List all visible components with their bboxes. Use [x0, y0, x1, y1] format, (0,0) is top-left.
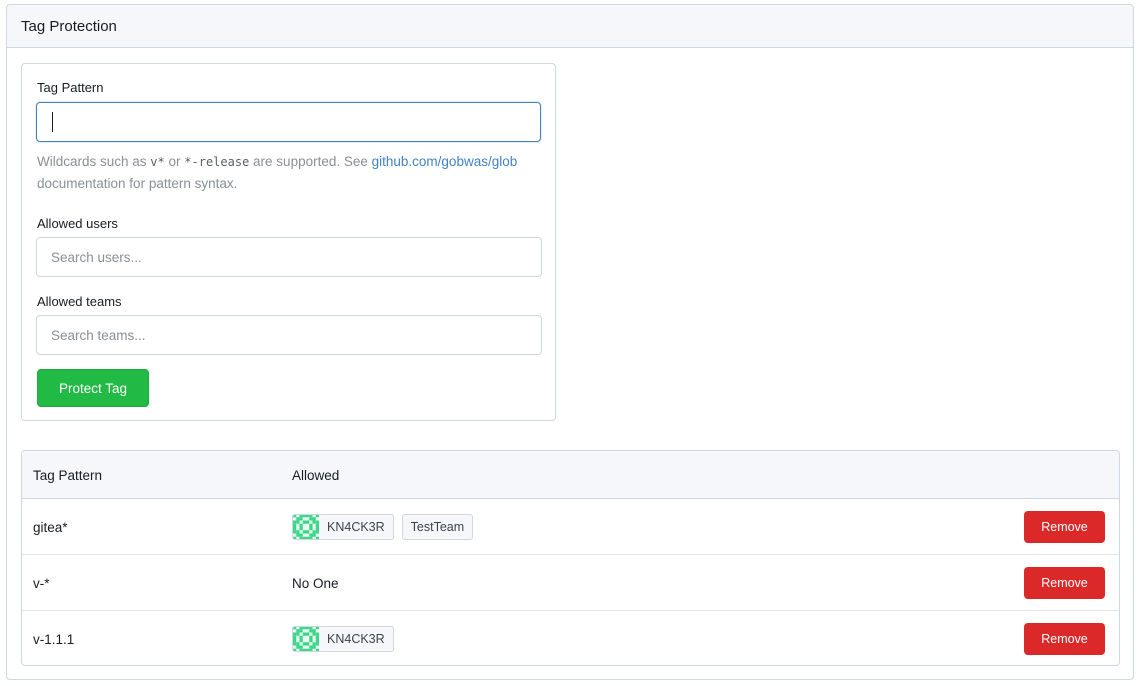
allowed-users-search[interactable]: Search users... — [36, 237, 542, 277]
allowed-cell: KN4CK3R — [292, 611, 402, 665]
remove-button[interactable]: Remove — [1024, 623, 1105, 655]
text-caret — [52, 112, 53, 132]
user-label[interactable]: KN4CK3R — [292, 514, 394, 540]
tag-pattern-input[interactable] — [36, 102, 541, 142]
table-row: v-* No One Remove — [22, 555, 1119, 611]
glob-docs-link[interactable]: github.com/gobwas/glob — [372, 154, 518, 169]
protect-tag-button[interactable]: Protect Tag — [37, 369, 149, 407]
tag-pattern-cell: v-1.1.1 — [33, 631, 75, 647]
tag-pattern-cell: v-* — [33, 575, 50, 591]
column-header-allowed: Allowed — [292, 467, 340, 483]
allowed-none-text: No One — [292, 575, 339, 591]
allowed-cell: KN4CK3R TestTeam — [292, 499, 481, 555]
tag-protection-form: Tag Pattern Wildcards such as v* or *-re… — [21, 63, 556, 421]
table-header: Tag Pattern Allowed — [22, 451, 1119, 499]
tag-pattern-cell: gitea* — [33, 519, 68, 535]
allowed-teams-search[interactable]: Search teams... — [36, 315, 542, 355]
tag-protection-segment: Tag Protection Tag Pattern Wildcards suc… — [6, 4, 1134, 680]
allowed-users-placeholder: Search users... — [51, 249, 142, 265]
column-header-tag-pattern: Tag Pattern — [33, 467, 103, 483]
allowed-users-label: Allowed users — [37, 216, 118, 231]
remove-button[interactable]: Remove — [1024, 511, 1105, 543]
help-code-example: *-release — [184, 155, 250, 169]
help-code-example: v* — [150, 155, 165, 169]
table-row: gitea* KN4CK3R TestTeam Remove — [22, 499, 1119, 555]
remove-button[interactable]: Remove — [1024, 567, 1105, 599]
pattern-help-text: Wildcards such as v* or *-release are su… — [37, 154, 518, 191]
user-avatar-icon — [293, 515, 319, 539]
allowed-teams-placeholder: Search teams... — [51, 327, 146, 343]
section-header: Tag Protection — [7, 5, 1133, 48]
protected-tags-table: Tag Pattern Allowed gitea* KN4CK3R TestT… — [21, 450, 1120, 666]
user-avatar-icon — [293, 627, 319, 651]
allowed-teams-label: Allowed teams — [37, 294, 122, 309]
section-title: Tag Protection — [21, 17, 117, 35]
table-row: v-1.1.1 KN4CK3R Remove — [22, 611, 1119, 665]
team-label[interactable]: TestTeam — [401, 514, 474, 540]
user-label[interactable]: KN4CK3R — [292, 626, 394, 652]
tag-pattern-label: Tag Pattern — [37, 80, 104, 95]
